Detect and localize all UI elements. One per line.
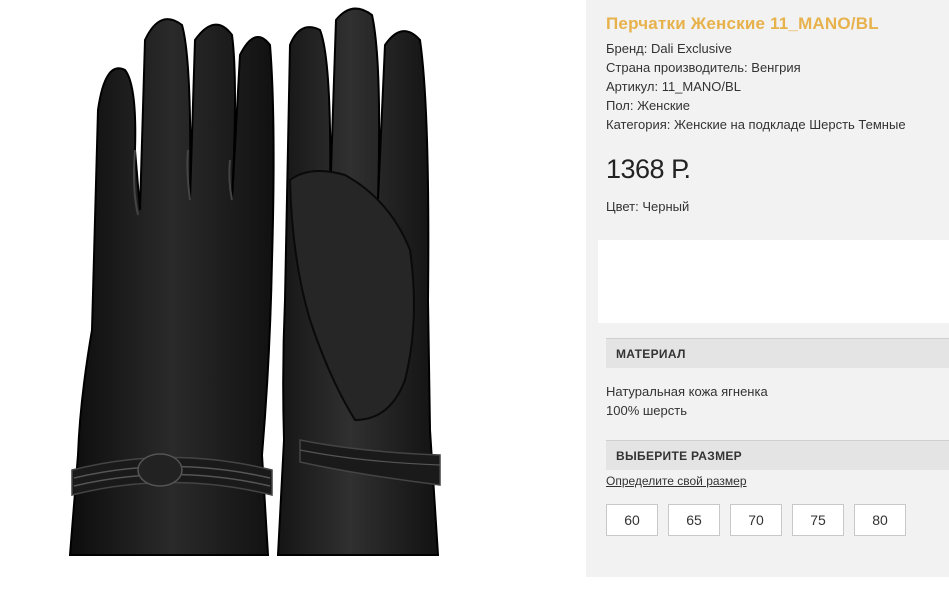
gloves-image (68, 7, 441, 556)
spec-gender: Пол: Женские (606, 98, 691, 113)
product-info-panel: Перчатки Женские 11_MANO/BL Бренд: Dali … (586, 0, 949, 577)
size-option-80[interactable]: 80 (854, 504, 906, 536)
material-line-wool: 100% шерсть (606, 403, 687, 418)
size-option-65[interactable]: 65 (668, 504, 720, 536)
size-options: 60 65 70 75 80 (606, 504, 906, 536)
size-header: ВЫБЕРИТЕ РАЗМЕР (606, 440, 949, 470)
spec-category: Категория: Женские на подкладе Шерсть Те… (606, 117, 906, 132)
spec-article: Артикул: 11_MANO/BL (606, 79, 741, 94)
spec-brand: Бренд: Dali Exclusive (606, 41, 732, 56)
product-color: Цвет: Черный (606, 199, 690, 214)
product-photo (0, 0, 586, 577)
material-header: МАТЕРИАЛ (606, 338, 949, 368)
material-line-leather: Натуральная кожа ягненка (606, 384, 768, 399)
size-guide-link[interactable]: Определите свой размер (606, 474, 747, 488)
blank-panel (598, 240, 949, 323)
product-title: Перчатки Женские 11_MANO/BL (606, 14, 879, 33)
spec-country: Страна производитель: Венгрия (606, 60, 801, 75)
size-option-60[interactable]: 60 (606, 504, 658, 536)
product-price: 1368 Р. (606, 154, 691, 184)
size-option-75[interactable]: 75 (792, 504, 844, 536)
size-option-70[interactable]: 70 (730, 504, 782, 536)
